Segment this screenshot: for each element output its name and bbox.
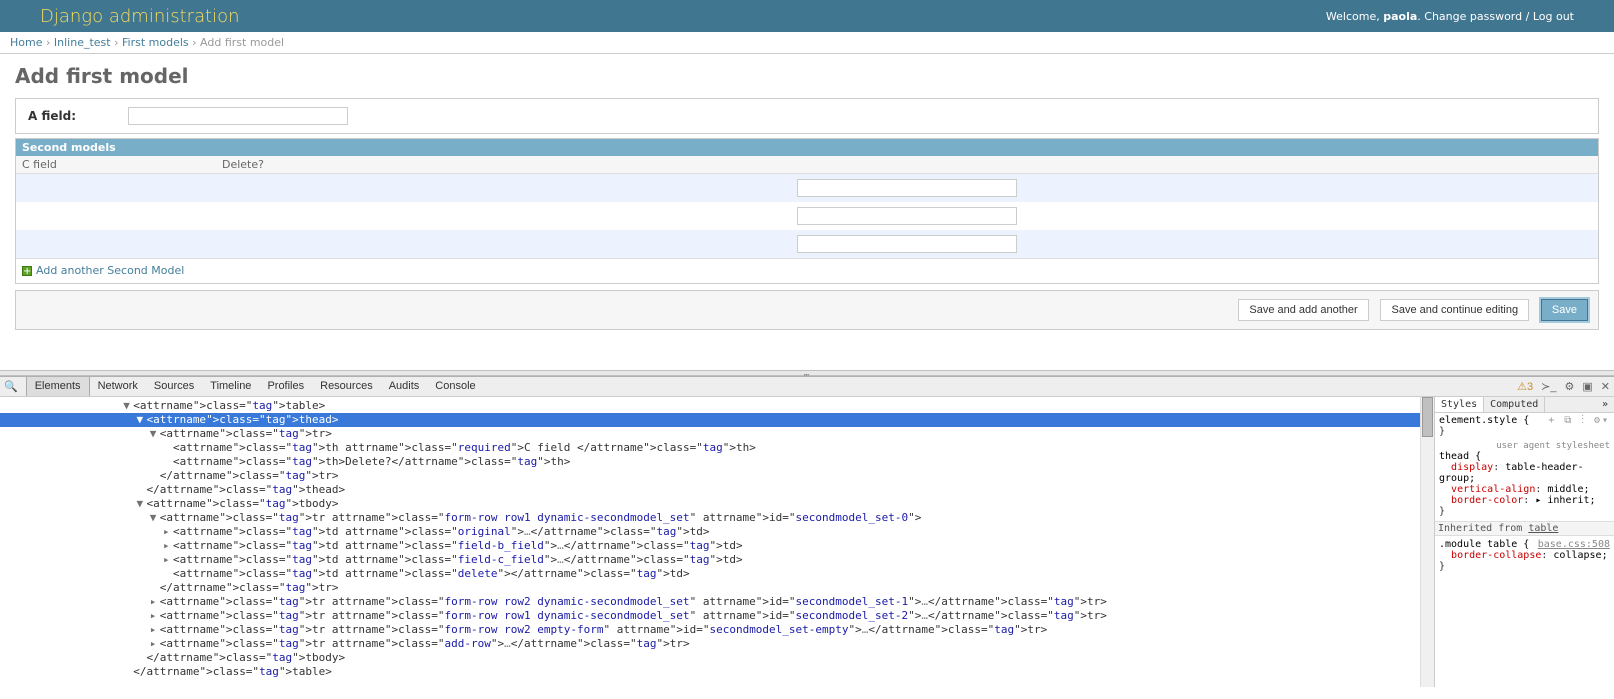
add-another-link[interactable]: Add another Second Model <box>36 264 184 277</box>
input-cell <box>216 230 1598 259</box>
dom-line[interactable]: ▼<attrname">class="tag">tr attrname">cla… <box>0 511 1434 525</box>
breadcrumb-app[interactable]: Inline_test <box>54 36 111 49</box>
settings-gear-icon[interactable]: ⚙ <box>1565 380 1575 393</box>
devtools-tab-sources[interactable]: Sources <box>146 377 202 396</box>
dom-scrollbar[interactable] <box>1420 397 1434 687</box>
devtools-tab-audits[interactable]: Audits <box>381 377 428 396</box>
dom-line[interactable]: ▸<attrname">class="tag">td attrname">cla… <box>0 553 1434 567</box>
dom-line[interactable]: </attrname">class="tag">tbody> <box>0 651 1434 665</box>
a-field-row: A field: <box>16 99 1598 133</box>
logout-link[interactable]: Log out <box>1533 10 1574 23</box>
dock-icon[interactable]: ▣ <box>1582 380 1592 393</box>
save-continue-button[interactable]: Save and continue editing <box>1380 299 1529 321</box>
save-add-another-button[interactable]: Save and add another <box>1238 299 1368 321</box>
dom-line[interactable]: </attrname">class="tag">tr> <box>0 581 1434 595</box>
input-cell <box>216 202 1598 230</box>
cfield-cell <box>16 230 216 259</box>
a-field-label: A field: <box>28 109 108 123</box>
admin-header: Django administration Welcome, paola. Ch… <box>0 0 1614 32</box>
computed-tab[interactable]: Computed <box>1484 397 1545 412</box>
devtools-tab-console[interactable]: Console <box>427 377 483 396</box>
ua-stylesheet-label: user agent stylesheet <box>1439 441 1610 451</box>
user-tools: Welcome, paola. Change password / Log ou… <box>1326 10 1574 23</box>
dom-line[interactable]: ▼<attrname">class="tag">tbody> <box>0 497 1434 511</box>
devtools-tab-timeline[interactable]: Timeline <box>202 377 259 396</box>
css-declaration[interactable]: vertical-align: middle; <box>1439 484 1610 495</box>
devtools-tab-resources[interactable]: Resources <box>312 377 381 396</box>
dom-line[interactable]: ▸<attrname">class="tag">tr attrname">cla… <box>0 637 1434 651</box>
dom-line[interactable]: <attrname">class="tag">th attrname">clas… <box>0 441 1434 455</box>
thead-selector: thead { <box>1439 451 1481 462</box>
inline-input[interactable] <box>797 179 1017 197</box>
main-fields-module: A field: <box>15 98 1599 134</box>
css-declaration[interactable]: border-color: ▸ inherit; <box>1439 495 1610 506</box>
css-declaration[interactable]: display: table-header-group; <box>1439 462 1610 484</box>
change-password-link[interactable]: Change password <box>1424 10 1522 23</box>
branding[interactable]: Django administration <box>40 6 240 27</box>
element-style-selector[interactable]: element.style { <box>1439 415 1529 426</box>
save-button[interactable]: Save <box>1541 299 1588 321</box>
dom-tree[interactable]: ▼<attrname">class="tag">table> ▼<attrnam… <box>0 397 1434 687</box>
inherited-from-link[interactable]: table <box>1528 523 1558 534</box>
dom-line[interactable]: </attrname">class="tag">thead> <box>0 483 1434 497</box>
breadcrumb-model[interactable]: First models <box>122 36 189 49</box>
inline-second-models: Second models C field Delete? + Add anoth… <box>15 138 1599 284</box>
warnings-badge[interactable]: ⚠3 <box>1517 380 1533 393</box>
scrollbar-thumb[interactable] <box>1422 397 1433 437</box>
welcome-text: Welcome, <box>1326 10 1383 23</box>
devtools-tab-profiles[interactable]: Profiles <box>259 377 312 396</box>
dom-line[interactable]: ▸<attrname">class="tag">td attrname">cla… <box>0 539 1434 553</box>
dom-line[interactable]: <attrname">class="tag">td attrname">clas… <box>0 567 1434 581</box>
close-devtools-icon[interactable]: ✕ <box>1601 380 1610 393</box>
cfield-cell <box>16 174 216 203</box>
inline-table: C field Delete? + Add another Second Mode… <box>16 156 1598 283</box>
resizer-dots-icon: ┅ <box>804 371 810 381</box>
dom-line[interactable]: ▸<attrname">class="tag">tr attrname">cla… <box>0 595 1434 609</box>
devtools-tab-elements[interactable]: Elements <box>26 377 90 396</box>
a-field-input[interactable] <box>128 107 348 125</box>
dom-line[interactable]: ▼<attrname">class="tag">table> <box>0 399 1434 413</box>
inline-row <box>16 202 1598 230</box>
dom-line[interactable]: <attrname">class="tag">th>Delete?</attrn… <box>0 455 1434 469</box>
inline-input[interactable] <box>797 207 1017 225</box>
styles-panel: Styles Computed » + ⧉ ⁝ ⚙▾ element.style… <box>1434 397 1614 687</box>
module-table-selector: .module table { <box>1439 539 1529 550</box>
username: paola <box>1383 10 1417 23</box>
more-tabs-icon[interactable]: » <box>1596 397 1614 412</box>
col-delete: Delete? <box>216 156 1598 174</box>
add-icon: + <box>22 266 32 276</box>
dom-line[interactable]: </attrname">class="tag">tr> <box>0 469 1434 483</box>
inline-input[interactable] <box>797 235 1017 253</box>
dom-line[interactable]: </attrname">class="tag">table> <box>0 665 1434 679</box>
cfield-cell <box>16 202 216 230</box>
page-title: Add first model <box>15 64 1599 88</box>
input-cell <box>216 174 1598 203</box>
dom-line[interactable]: ▼<attrname">class="tag">thead> <box>0 413 1434 427</box>
devtools-tab-network[interactable]: Network <box>90 377 146 396</box>
col-cfield: C field <box>16 156 216 174</box>
rule-source-link[interactable]: base.css:508 <box>1538 539 1610 550</box>
dom-line[interactable]: ▸<attrname">class="tag">tr attrname">cla… <box>0 609 1434 623</box>
inline-row <box>16 174 1598 203</box>
submit-row: Save and add another Save and continue e… <box>15 290 1599 330</box>
style-tools-icons[interactable]: + ⧉ ⁝ ⚙▾ <box>1548 415 1610 426</box>
inspect-icon[interactable]: 🔍 <box>4 380 18 393</box>
inline-row <box>16 230 1598 259</box>
styles-tab[interactable]: Styles <box>1435 397 1484 412</box>
inline-heading: Second models <box>16 139 1598 156</box>
devtools-resizer[interactable]: ┅ <box>0 370 1614 376</box>
breadcrumb-home[interactable]: Home <box>10 36 42 49</box>
dom-line[interactable]: ▸<attrname">class="tag">td attrname">cla… <box>0 525 1434 539</box>
breadcrumb-current: Add first model <box>200 36 284 49</box>
devtools-panel: 🔍 ElementsNetworkSourcesTimelineProfiles… <box>0 376 1614 687</box>
breadcrumbs: Home › Inline_test › First models › Add … <box>0 32 1614 54</box>
dom-line[interactable]: ▸<attrname">class="tag">tr attrname">cla… <box>0 623 1434 637</box>
console-toggle-icon[interactable]: ≻_ <box>1541 380 1556 393</box>
inherited-from-bar: Inherited from table <box>1435 521 1614 536</box>
dom-line[interactable]: ▼<attrname">class="tag">tr> <box>0 427 1434 441</box>
